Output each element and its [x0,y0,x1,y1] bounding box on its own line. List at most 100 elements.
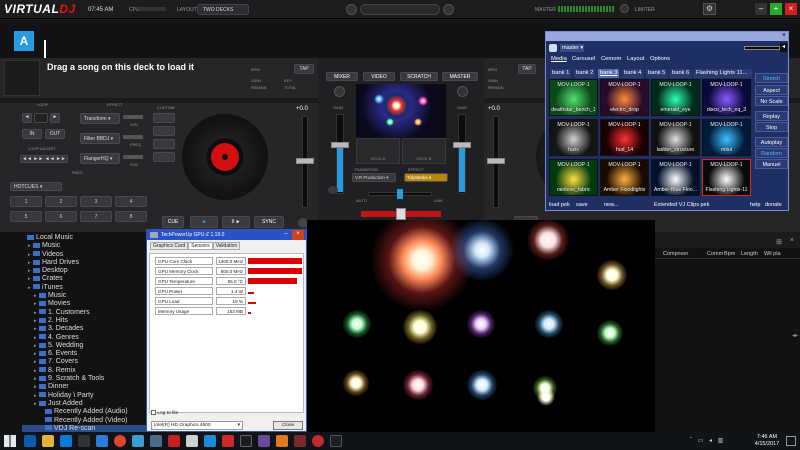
tree-item[interactable]: ▸ Hard Drives [22,259,148,267]
loop-back-icon[interactable]: ◄ [22,113,32,123]
tidy-option-button[interactable]: Random [755,148,788,158]
loop-in-button[interactable]: IN [22,129,42,139]
broadcast-knob[interactable] [443,4,454,15]
tree-item[interactable]: ▸ 4. Genres [22,334,148,342]
tidy-option-button[interactable]: Stop [755,122,788,132]
col-composer[interactable]: Composer [663,251,688,257]
tree-item[interactable]: ▸ Holiday \ Party [22,392,148,400]
app-icon-11[interactable] [204,435,216,447]
auto-crossfade-icon[interactable] [328,186,338,194]
pause-play-button[interactable]: II ► [222,216,250,228]
tidy-close-icon[interactable]: × [782,32,786,40]
minimize-button[interactable]: – [755,3,767,15]
donate-button[interactable]: donate [765,202,782,208]
tidy-tab-options[interactable]: Options [650,56,670,62]
tree-item[interactable]: ▸ 7. Covers [22,358,148,366]
master-volume-knob[interactable] [620,4,629,13]
master-select[interactable]: master ▾ [560,44,584,52]
clip-thumbnail[interactable]: MOV-LOOP-1 hud_14 [600,119,649,156]
fx-freq-slider[interactable] [123,135,143,139]
app-icon-13[interactable] [240,435,252,447]
transition-select[interactable]: V.R Production ▾ [352,173,396,182]
fx1-select[interactable]: Transform ▾ [80,113,120,124]
hotcues-select[interactable]: HOTCUES ▾ [10,182,62,191]
app-icon-12[interactable] [222,435,234,447]
tidy-tab-carousel[interactable]: Carousel [572,56,595,62]
tab-sensors[interactable]: Sensors [188,242,213,250]
app-icon-16[interactable] [294,435,306,447]
bank-3[interactable]: bank 3 [598,69,620,78]
clip-thumbnail[interactable]: MOV-LOOP-1 emerald_eye [651,79,700,116]
gain-knob-b[interactable] [457,86,468,97]
col-length[interactable]: Length [741,251,758,257]
settings-gear-icon[interactable]: ⚙ [703,3,716,15]
col-will-play[interactable]: Wil pla [764,251,781,257]
app-icon-17[interactable] [312,435,324,447]
deck-b-tap-button[interactable]: TAP [518,64,536,74]
volume-fader-a[interactable] [331,142,349,148]
taskbar-date[interactable]: 4/15/2017 [752,441,782,447]
fx3-select[interactable]: FlangerHQ ▾ [80,153,120,164]
tree-item[interactable]: ▸ Desktop [22,267,148,275]
volume-fader-b[interactable] [453,142,471,148]
fx2-select[interactable]: Filter BBDJ ▾ [80,133,120,144]
tree-item[interactable]: ▸ 5. Wedding [22,342,148,350]
maximize-button[interactable]: + [770,3,782,15]
new-button[interactable]: new... [604,202,618,208]
col-comm[interactable]: Comm [707,251,723,257]
tree-item[interactable]: ▸ 2. Hits [22,317,148,325]
gpuz-minimize-icon[interactable]: – [281,230,291,240]
clip-thumbnail[interactable]: MOV-LOOP-1 Amber-Blue Floo... [651,159,700,196]
tree-item[interactable]: ▸ Movies [22,300,148,308]
notifications-icon[interactable] [786,436,796,446]
clip-thumbnail[interactable]: MOV-LOOP-1 ladder_structure [651,119,700,156]
help-button[interactable]: help [750,202,760,208]
windows-start-icon[interactable] [4,435,16,447]
gpu-select[interactable]: Intel(R) HD Graphics 4600 ▾ [151,421,243,430]
chrome-icon[interactable] [114,435,126,447]
app-icon-7[interactable] [132,435,144,447]
clip-thumbnail[interactable]: MOV-LOOP-1 disco_tech_eq_3 [702,79,751,116]
sensor-name[interactable]: GPU Load [155,297,213,305]
video-output-window[interactable] [307,220,655,432]
tidy-tab-layout[interactable]: Layout [627,56,644,62]
custom-button-3[interactable] [153,139,175,149]
tidy-tab-media[interactable]: Media [551,56,567,62]
tidy-option-button[interactable]: Manuel [755,159,788,169]
sidebar-toggle-icon[interactable]: ◂▸ [792,332,798,339]
tree-item[interactable]: ▸ Dinner [22,383,148,391]
tidy-option-button[interactable]: Autoplay [755,137,788,147]
tidy-menu-icon[interactable] [549,44,557,52]
gpuz-close-button[interactable]: Close [273,421,303,430]
tree-item[interactable]: ▸ Crates [22,275,148,283]
deck-a-video-thumb[interactable]: DECK A [356,138,400,164]
tab-scratch[interactable]: SCRATCH [400,72,438,81]
custom-button-4[interactable] [153,152,175,162]
pad-4[interactable]: 4 [115,196,147,207]
pad-5[interactable]: 5 [10,211,42,222]
tab-master[interactable]: MASTER [442,72,478,81]
app-icon-8[interactable] [150,435,162,447]
loop-adjust-controls[interactable]: ◄◄ ►► ◄◄ ►► [20,155,68,163]
fx-len-slider[interactable] [123,115,143,119]
deck-b-video-thumb[interactable]: DECK B [402,138,446,164]
tab-graphics-card[interactable]: Graphics Card [150,242,189,250]
load-pek-button[interactable]: load pek [549,202,570,208]
app-icon-15[interactable] [276,435,288,447]
close-button[interactable]: × [785,3,797,15]
tree-item[interactable]: ▸ 9. Scratch & Tools [22,375,148,383]
file-explorer-icon[interactable] [42,435,54,447]
log-to-file[interactable]: Log to file [151,410,178,416]
tree-item[interactable]: ▸ Music [22,242,148,250]
app-icon-14[interactable] [258,435,270,447]
app-icon-10[interactable] [186,435,198,447]
tidy-title-bar[interactable]: × [546,32,788,41]
sensor-name[interactable]: GPU Temperature [155,277,213,285]
tidy-option-button[interactable]: No Scale [755,96,788,106]
tree-item[interactable]: ▸ iTunes [22,284,148,292]
app-icon-4[interactable] [78,435,90,447]
clip-thumbnail[interactable]: MOV-LOOP-1 deathstar_bench_1 [549,79,598,116]
video-effect-select[interactable]: TidyMedia ▾ [404,173,448,182]
virtualdj-taskbar-icon[interactable] [330,435,342,447]
clip-thumbnail[interactable]: MOV-LOOP-1 rainbow_fabric [549,159,598,196]
